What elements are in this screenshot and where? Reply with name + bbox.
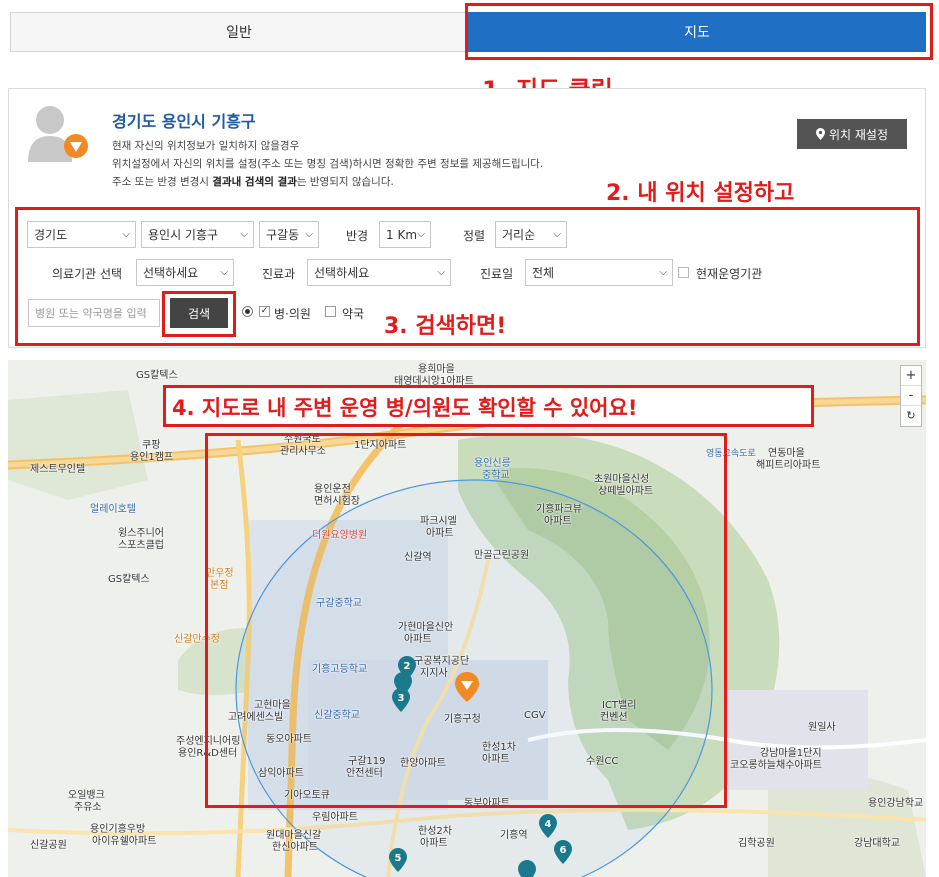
province-select[interactable]: 경기도 ⌵: [27, 221, 136, 248]
svg-text:5: 5: [395, 853, 402, 864]
pharmacy-checkbox[interactable]: [325, 306, 336, 317]
map-label: 아파트: [420, 838, 448, 849]
map-label: 신갈공원: [30, 840, 67, 851]
location-title: 경기도 용인시 기흥구: [112, 112, 256, 131]
clinic-label: 병·의원: [274, 307, 311, 321]
city-value: 용인시 기흥구: [148, 228, 219, 242]
location-desc-2: 위치설정에서 자신의 위치를 설정(주소 또는 명칭 검색)하시면 정확한 주변…: [112, 158, 544, 170]
chevron-down-icon: ⌵: [553, 229, 561, 240]
map-label: 우림아파트: [312, 812, 358, 823]
search-button[interactable]: 검색: [170, 298, 228, 328]
clinic-marker-6[interactable]: 6: [554, 840, 572, 864]
chevron-down-icon: ⌵: [220, 267, 228, 278]
zoom-in-button[interactable]: +: [901, 366, 921, 386]
chevron-down-icon: ⌵: [659, 267, 667, 278]
chevron-down-icon: ⌵: [417, 229, 425, 240]
day-value: 전체: [532, 266, 555, 280]
reset-location-button[interactable]: 위치 재설정: [797, 119, 907, 149]
province-value: 경기도: [34, 228, 68, 242]
search-input[interactable]: 병원 또는 약국명을 입력: [28, 299, 160, 327]
city-select[interactable]: 용인시 기흥구 ⌵: [141, 221, 254, 248]
facility-value: 선택하세요: [143, 266, 199, 280]
map-label: 김학공원: [738, 838, 775, 849]
annotation-box-tab: [465, 3, 933, 60]
pharmacy-label: 약국: [342, 307, 365, 321]
annotation-step2: 2. 내 위치 설정하고: [606, 181, 795, 206]
zoom-control: + - ↻: [900, 365, 922, 427]
map-label: 용인1캠프: [130, 452, 174, 463]
chevron-down-icon: ⌵: [240, 229, 248, 240]
location-pin-icon: [815, 128, 825, 140]
clinic-marker-5[interactable]: 5: [389, 848, 407, 872]
map-label: 스포츠클럽: [118, 540, 164, 551]
map-label: 해피트리아파트: [756, 460, 821, 471]
annotation-step3: 3. 검색하면!: [384, 314, 507, 339]
location-desc-3-pre: 주소 또는 반경 변경시: [112, 176, 213, 188]
chevron-down-icon: ⌵: [122, 229, 130, 240]
type-radio[interactable]: [242, 306, 253, 317]
location-desc-3-bold: 결과내 검색의 결과: [212, 176, 297, 188]
map-label: 한신아파트: [272, 842, 318, 853]
facility-select[interactable]: 선택하세요 ⌵: [136, 259, 234, 286]
svg-text:4: 4: [545, 819, 552, 830]
annotation-box-map-area: [205, 433, 727, 808]
reset-icon[interactable]: ↻: [901, 406, 921, 426]
map-label: 기흥역: [500, 830, 528, 841]
day-label: 진료일: [480, 267, 514, 281]
map-label: GS칼텍스: [136, 370, 178, 381]
map-label: 얼레이호텔: [90, 504, 136, 515]
radius-select[interactable]: 1 Km ⌵: [379, 221, 431, 248]
reset-location-label: 위치 재설정: [828, 127, 888, 142]
map-label: 주유소: [74, 802, 102, 813]
district-value: 구갈동: [266, 228, 300, 242]
location-desc-3-post: 는 반영되지 않습니다.: [296, 176, 394, 188]
clinic-marker[interactable]: [518, 860, 536, 877]
clinic-marker-4[interactable]: 4: [539, 814, 557, 838]
department-label: 진료과: [262, 267, 296, 281]
sort-value: 거리순: [502, 228, 536, 242]
map-label: 강남대학교: [854, 838, 900, 849]
annotation-step4: 4. 지도로 내 주변 운영 병/의원도 확인할 수 있어요!: [172, 396, 638, 420]
map-label: 원일사: [808, 722, 836, 733]
department-select[interactable]: 선택하세요 ⌵: [307, 259, 451, 286]
district-select[interactable]: 구갈동 ⌵: [259, 221, 319, 248]
sort-label: 정렬: [463, 229, 486, 243]
operating-now-label: 현재운영기관: [696, 267, 763, 281]
location-desc-1: 현재 자신의 위치정보가 일치하지 않을경우: [112, 140, 300, 152]
radius-label: 반경: [346, 229, 369, 243]
tab-general[interactable]: 일반: [10, 12, 468, 52]
chevron-down-icon: ⌵: [305, 229, 313, 240]
map-label: 용인강남학교: [868, 798, 924, 809]
clinic-checkbox[interactable]: ✓: [259, 306, 270, 317]
chevron-down-icon: ⌵: [437, 267, 445, 278]
facility-label: 의료기관 선택: [52, 267, 123, 281]
sort-select[interactable]: 거리순 ⌵: [495, 221, 567, 248]
radius-value: 1 Km: [386, 227, 418, 242]
zoom-out-button[interactable]: -: [901, 386, 921, 406]
map-label: GS칼텍스: [108, 574, 150, 585]
map-label: 코오롱하늘채수아파트: [730, 760, 822, 771]
day-select[interactable]: 전체 ⌵: [525, 259, 673, 286]
department-value: 선택하세요: [314, 266, 370, 280]
location-desc-3: 주소 또는 반경 변경시 결과내 검색의 결과는 반영되지 않습니다.: [112, 174, 394, 189]
map-label: 아이유쉘아파트: [92, 836, 157, 847]
svg-text:6: 6: [560, 845, 567, 856]
operating-now-checkbox[interactable]: [678, 267, 689, 278]
avatar-icon: [28, 106, 88, 162]
map-label: 제스트무인텔: [30, 464, 86, 475]
